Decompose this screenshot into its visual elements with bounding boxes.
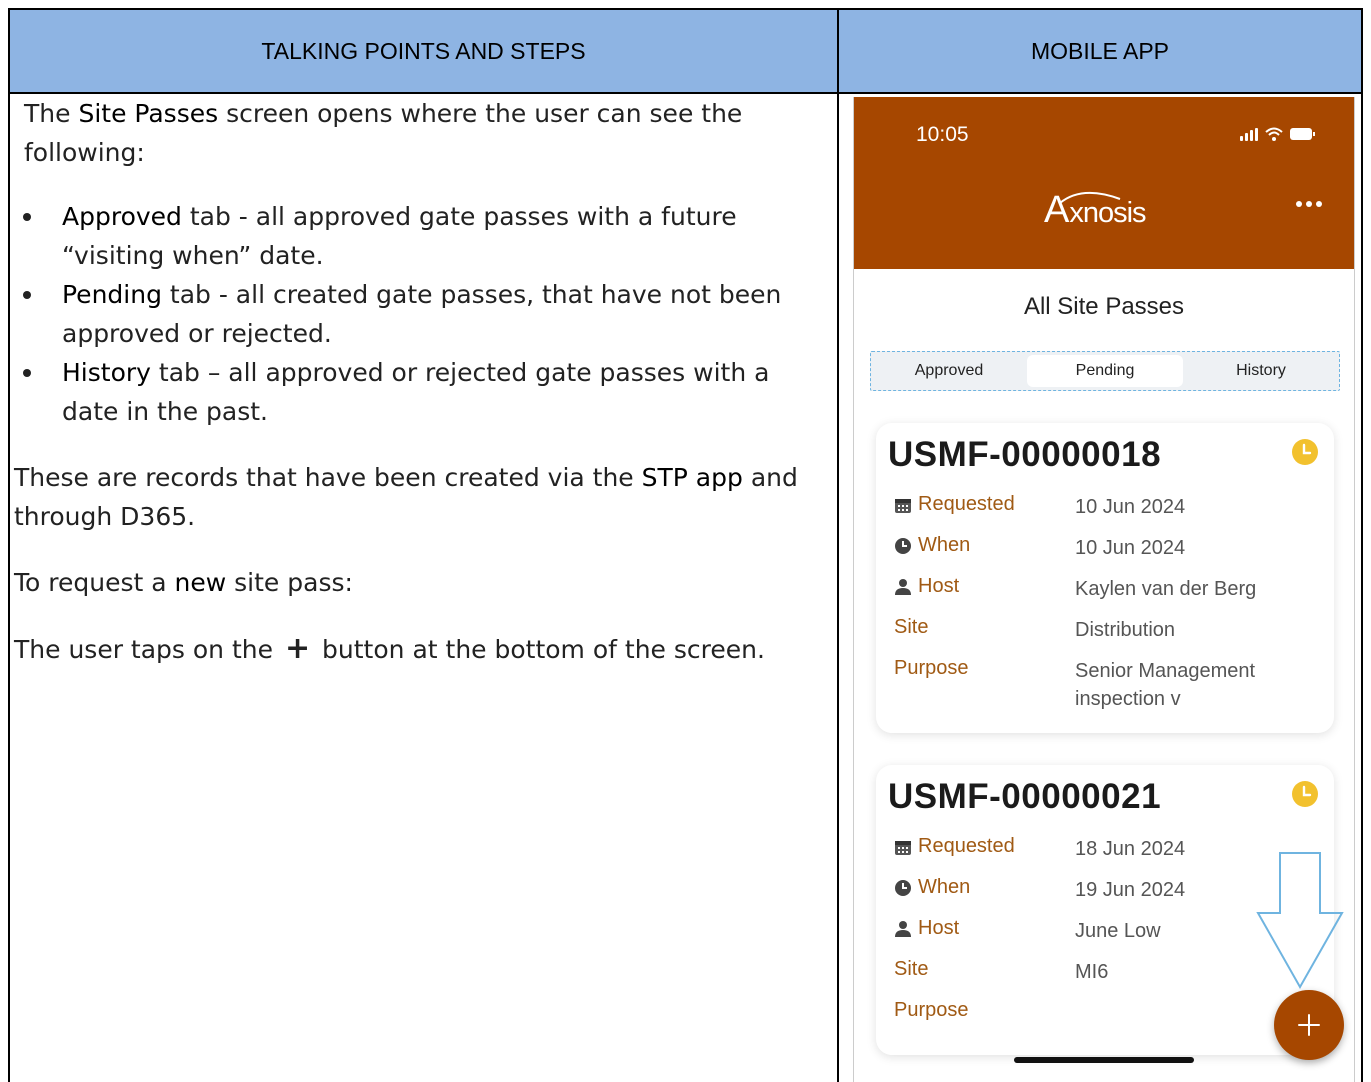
pass-id: USMF-00000018: [888, 435, 1162, 474]
label-purpose: Purpose: [894, 999, 969, 1021]
tap-paragraph: The user taps on the + button at the bot…: [14, 629, 814, 669]
label-purpose: Purpose: [894, 657, 969, 679]
person-icon: [895, 578, 911, 595]
bullet-text: tab - all created gate passes, that have…: [62, 280, 782, 348]
bullet-icon: [23, 291, 31, 299]
label-host: Host: [918, 575, 960, 597]
detail-row: Requested 18 Jun 2024: [894, 835, 1314, 876]
list-item: Pending tab - all created gate passes, t…: [14, 275, 814, 353]
clock-icon: [895, 879, 911, 896]
detail-row: When 19 Jun 2024: [894, 876, 1314, 917]
pending-clock-icon: [1292, 439, 1318, 465]
signal-icon: [1240, 127, 1258, 141]
records-keyword: STP app: [641, 463, 743, 492]
request-pre: To request a: [14, 568, 175, 597]
bullet-text: tab – all approved or rejected gate pass…: [62, 358, 770, 426]
table-header-row: TALKING POINTS AND STEPS MOBILE APP: [10, 10, 1361, 94]
tap-pre: The user taps on the: [14, 635, 281, 664]
bullet-icon: [23, 213, 31, 221]
talking-points-column: The Site Passes screen opens where the u…: [14, 94, 814, 669]
phone-screenshot: 10:05 Axnosis All Site Passes Approved P…: [853, 97, 1355, 1082]
detail-row: Site MI6: [894, 958, 1314, 999]
value-purpose: Senior Management inspection v: [1075, 657, 1255, 713]
pending-clock-icon: [1292, 781, 1318, 807]
logo-swoosh-icon: [1059, 191, 1121, 204]
tab-approved[interactable]: Approved: [871, 352, 1027, 390]
list-item: History tab – all approved or rejected g…: [14, 353, 814, 431]
label-site: Site: [894, 616, 929, 638]
pass-tabs: Approved Pending History: [870, 351, 1340, 391]
label-when: When: [918, 534, 971, 556]
calendar-icon: [895, 498, 911, 513]
pass-id: USMF-00000021: [888, 777, 1162, 816]
more-options-icon[interactable]: [1296, 201, 1322, 207]
app-logo: Axnosis: [1044, 189, 1147, 232]
value-host: June Low: [1075, 920, 1161, 942]
detail-row: Purpose Senior Management inspection v: [894, 657, 1314, 727]
status-icons: [1240, 127, 1315, 141]
bullet-icon: [23, 369, 31, 377]
detail-row: Purpose: [894, 999, 1314, 1040]
add-site-pass-button[interactable]: [1274, 990, 1344, 1060]
request-post: site pass:: [226, 568, 353, 597]
value-site: MI6: [1075, 961, 1109, 983]
purpose-line: inspection v: [1075, 688, 1181, 710]
label-requested: Requested: [918, 493, 1015, 515]
tab-description-list: Approved tab - all approved gate passes …: [14, 197, 814, 431]
label-site: Site: [894, 958, 929, 980]
home-indicator: [1014, 1057, 1194, 1063]
person-icon: [895, 920, 911, 937]
tap-post: button at the bottom of the screen.: [314, 635, 765, 664]
detail-row: Host June Low: [894, 917, 1314, 958]
app-header: 10:05 Axnosis: [854, 97, 1354, 269]
pass-details: Requested 10 Jun 2024 When 10 Jun 2024 H…: [894, 493, 1314, 727]
site-pass-card[interactable]: USMF-00000018 Requested 10 Jun 2024 When…: [876, 423, 1334, 733]
request-paragraph: To request a new site pass:: [14, 563, 814, 602]
label-host: Host: [918, 917, 960, 939]
detail-row: When 10 Jun 2024: [894, 534, 1314, 575]
value-requested: 10 Jun 2024: [1075, 496, 1186, 518]
value-site: Distribution: [1075, 619, 1176, 641]
header-mobile-app: MOBILE APP: [1030, 37, 1170, 64]
label-when: When: [918, 876, 971, 898]
detail-row: Requested 10 Jun 2024: [894, 493, 1314, 534]
value-when: 19 Jun 2024: [1075, 879, 1186, 901]
status-time: 10:05: [916, 123, 969, 146]
clock-icon: [895, 537, 911, 554]
column-divider: [837, 10, 839, 1082]
bullet-keyword: Approved: [62, 202, 182, 231]
value-when: 10 Jun 2024: [1075, 537, 1186, 559]
records-pre: These are records that have been created…: [14, 463, 642, 492]
purpose-line: Senior Management: [1075, 660, 1256, 682]
label-requested: Requested: [918, 835, 1015, 857]
wifi-icon: [1265, 127, 1283, 141]
value-host: Kaylen van der Berg: [1075, 578, 1257, 600]
tab-history[interactable]: History: [1183, 352, 1339, 390]
request-keyword: new: [174, 568, 227, 597]
intro-pre: The: [24, 99, 79, 128]
header-talking-points: TALKING POINTS AND STEPS: [261, 37, 586, 64]
plus-icon: [1298, 1014, 1320, 1036]
battery-icon: [1290, 128, 1315, 140]
intro-paragraph: The Site Passes screen opens where the u…: [14, 94, 814, 172]
bullet-keyword: History: [62, 358, 151, 387]
detail-row: Site Distribution: [894, 616, 1314, 657]
list-item: Approved tab - all approved gate passes …: [14, 197, 814, 275]
value-requested: 18 Jun 2024: [1075, 838, 1186, 860]
screen-title: All Site Passes: [1023, 293, 1185, 320]
plus-icon: +: [284, 631, 311, 666]
pass-details: Requested 18 Jun 2024 When 19 Jun 2024 H…: [894, 835, 1314, 1040]
records-paragraph: These are records that have been created…: [14, 458, 814, 536]
calendar-icon: [895, 840, 911, 855]
detail-row: Host Kaylen van der Berg: [894, 575, 1314, 616]
intro-keyword: Site Passes: [78, 99, 219, 128]
tab-pending[interactable]: Pending: [1027, 355, 1183, 387]
bullet-keyword: Pending: [62, 280, 162, 309]
down-arrow-icon: [1256, 852, 1344, 990]
